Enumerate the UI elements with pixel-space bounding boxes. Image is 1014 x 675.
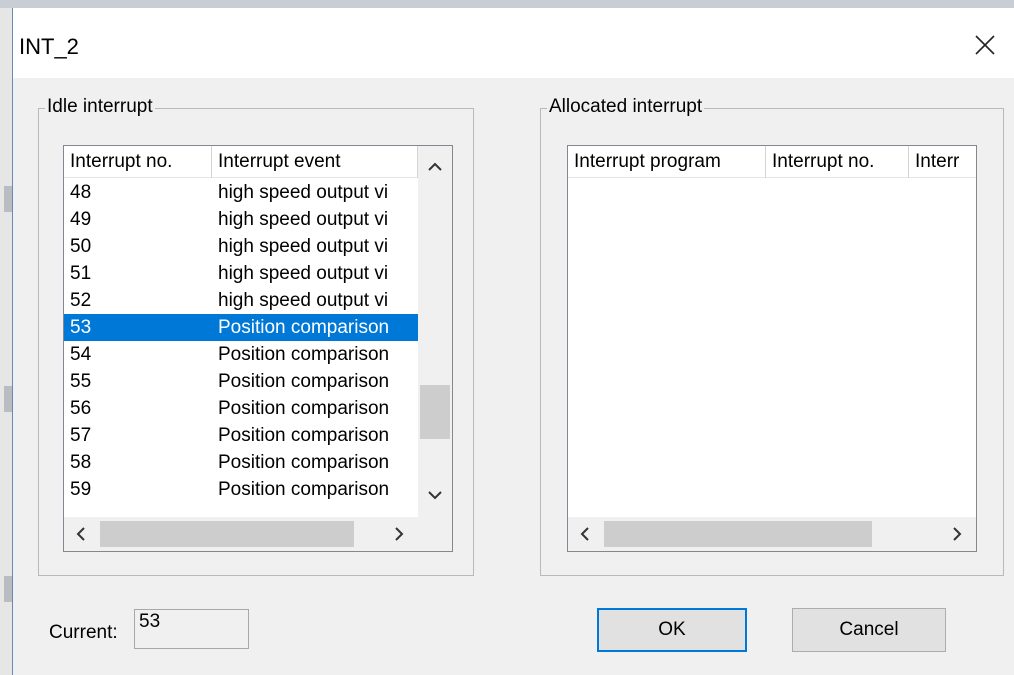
table-row[interactable]: 55 Position comparison xyxy=(64,368,418,395)
current-value-field: 53 xyxy=(134,609,249,649)
background-nick xyxy=(4,386,12,412)
interrupt-event-cell: Position comparison xyxy=(218,371,390,392)
cancel-button[interactable]: Cancel xyxy=(792,608,946,652)
interrupt-event-cell: Position comparison xyxy=(218,452,390,473)
allocated-horizontal-scrollbar[interactable] xyxy=(568,517,976,551)
interrupt-no-cell: 50 xyxy=(70,236,92,257)
background-left-strip xyxy=(0,8,12,675)
chevron-up-icon xyxy=(428,162,442,171)
allocated-interrupt-list[interactable]: Interrupt program Interrupt no. Interr xyxy=(567,145,977,552)
idle-horizontal-scroll-thumb[interactable] xyxy=(100,521,354,547)
chevron-left-icon xyxy=(76,527,85,541)
allocated-interrupt-group: Allocated interrupt Interrupt program In… xyxy=(540,96,1004,576)
column-header-interrupt-no[interactable]: Interrupt no. xyxy=(64,146,212,178)
table-row[interactable]: 53 Position comparison xyxy=(64,314,418,341)
interrupt-no-cell: 49 xyxy=(70,209,92,230)
chevron-right-icon xyxy=(395,527,404,541)
ok-button[interactable]: OK xyxy=(597,608,747,652)
scroll-left-button[interactable] xyxy=(568,517,602,551)
interrupt-no-cell: 54 xyxy=(70,344,92,365)
table-row[interactable]: 58 Position comparison xyxy=(64,449,418,476)
interrupt-no-cell: 57 xyxy=(70,425,92,446)
chevron-right-icon xyxy=(953,527,962,541)
idle-vertical-scrollbar[interactable] xyxy=(418,146,452,517)
interrupt-no-cell: 48 xyxy=(70,182,92,203)
idle-interrupt-list[interactable]: Interrupt no. Interrupt event 48 high spe… xyxy=(63,145,453,552)
column-header-interrupt-no[interactable]: Interrupt no. xyxy=(766,146,909,178)
idle-vertical-scroll-thumb[interactable] xyxy=(420,385,450,439)
interrupt-event-cell: Position comparison xyxy=(218,398,390,419)
table-row[interactable]: 52 high speed output vi xyxy=(64,287,418,314)
table-row[interactable]: 54 Position comparison xyxy=(64,341,418,368)
table-row[interactable]: 56 Position comparison xyxy=(64,395,418,422)
interrupt-event-cell: high speed output vi xyxy=(218,209,389,230)
interrupt-event-cell: Position comparison xyxy=(218,425,390,446)
background-top-strip xyxy=(0,0,1014,8)
allocated-horizontal-scroll-thumb[interactable] xyxy=(604,521,872,547)
scroll-right-button[interactable] xyxy=(940,517,974,551)
current-label: Current: xyxy=(49,622,118,643)
interrupt-no-cell: 56 xyxy=(70,398,92,419)
window-title: INT_2 xyxy=(19,34,79,59)
interrupt-event-cell: high speed output vi xyxy=(218,263,389,284)
interrupt-no-cell: 58 xyxy=(70,452,92,473)
idle-interrupt-group: Idle interrupt Interrupt no. Interrupt e… xyxy=(38,96,474,576)
interrupt-event-cell: high speed output vi xyxy=(218,236,389,257)
title-bar: INT_2 xyxy=(13,8,1014,78)
scroll-up-button[interactable] xyxy=(418,150,452,184)
idle-interrupt-label: Idle interrupt xyxy=(45,96,155,118)
chevron-down-icon xyxy=(428,491,442,500)
chevron-left-icon xyxy=(580,527,589,541)
column-header-interrupt-event[interactable]: Interrupt event xyxy=(212,146,418,178)
idle-horizontal-scrollbar[interactable] xyxy=(64,517,418,551)
interrupt-no-cell: 51 xyxy=(70,263,92,284)
background-nick xyxy=(4,186,12,212)
interrupt-event-cell: Position comparison xyxy=(218,344,390,365)
interrupt-event-cell: Position comparison xyxy=(218,317,390,338)
interrupt-no-cell: 59 xyxy=(70,479,92,500)
table-row[interactable]: 48 high speed output vi xyxy=(64,179,418,206)
interrupt-no-cell: 53 xyxy=(70,317,92,338)
int-dialog: INT_2 Idle interrupt Interrupt no. Inter… xyxy=(12,8,1014,675)
column-header-interrupt-partial[interactable]: Interr xyxy=(909,146,976,178)
table-row[interactable]: 51 high speed output vi xyxy=(64,260,418,287)
scroll-corner xyxy=(418,517,452,551)
close-button[interactable] xyxy=(970,30,1000,60)
background-nick xyxy=(4,576,12,602)
close-icon xyxy=(975,35,995,55)
idle-list-header: Interrupt no. Interrupt event xyxy=(64,146,418,178)
interrupt-no-cell: 55 xyxy=(70,371,92,392)
scroll-right-button[interactable] xyxy=(382,517,416,551)
interrupt-event-cell: Position comparison xyxy=(218,479,390,500)
table-row[interactable]: 59 Position comparison xyxy=(64,476,418,503)
table-row[interactable]: 57 Position comparison xyxy=(64,422,418,449)
column-header-interrupt-program[interactable]: Interrupt program xyxy=(568,146,766,178)
scroll-left-button[interactable] xyxy=(64,517,98,551)
scroll-down-button[interactable] xyxy=(418,478,452,512)
interrupt-no-cell: 52 xyxy=(70,290,92,311)
table-row[interactable]: 49 high speed output vi xyxy=(64,206,418,233)
allocated-list-header: Interrupt program Interrupt no. Interr xyxy=(568,146,976,178)
table-row[interactable]: 50 high speed output vi xyxy=(64,233,418,260)
allocated-interrupt-label: Allocated interrupt xyxy=(547,96,705,118)
interrupt-event-cell: high speed output vi xyxy=(218,290,389,311)
interrupt-event-cell: high speed output vi xyxy=(218,182,389,203)
